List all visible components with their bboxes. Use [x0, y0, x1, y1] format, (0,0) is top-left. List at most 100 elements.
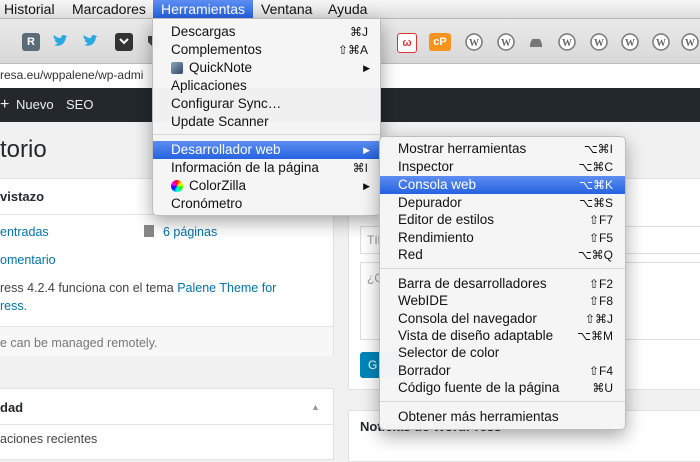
theme-text: ress 4.2.4 funciona con el tema Palene T…: [0, 281, 276, 295]
label: Update Scanner: [171, 114, 269, 129]
shortcut: ⇧F2: [588, 277, 613, 291]
dev-item-selector-color[interactable]: Selector de color: [380, 344, 625, 362]
twitter-icon[interactable]: [52, 33, 70, 51]
menu-item-complementos[interactable]: Complementos ⇧⌘A: [153, 41, 380, 59]
label: Selector de color: [398, 345, 500, 360]
wordpress-icon[interactable]: W: [681, 33, 699, 51]
dev-item-red[interactable]: Red ⌥⌘Q: [380, 246, 625, 264]
menu-item-desarrollador-web[interactable]: Desarrollador web ▶: [153, 141, 380, 159]
menubar: Historial Marcadores Herramientas Ventan…: [0, 0, 700, 19]
dev-item-mostrar-herramientas[interactable]: Mostrar herramientas ⌥⌘I: [380, 140, 625, 158]
label: QuickNote: [189, 60, 253, 75]
label: Red: [398, 247, 423, 262]
label: Configurar Sync…: [171, 96, 282, 111]
svg-text:W: W: [562, 38, 572, 49]
dev-item-inspector[interactable]: Inspector ⌥⌘C: [380, 158, 625, 176]
page-title: torio: [0, 136, 47, 163]
dev-item-codigo-fuente[interactable]: Código fuente de la página ⌘U: [380, 379, 625, 397]
menu-item-descargas[interactable]: Descargas ⌘J: [153, 23, 380, 41]
dev-item-vista-adaptable[interactable]: Vista de diseño adaptable ⌥⌘M: [380, 327, 625, 345]
twitter-icon[interactable]: [82, 33, 100, 51]
seo-menu[interactable]: SEO: [66, 88, 93, 122]
submenu-arrow-icon: ▶: [363, 63, 370, 73]
label: WebIDE: [398, 293, 449, 308]
label: Barra de desarrolladores: [398, 276, 547, 291]
addon-icon[interactable]: ω: [397, 33, 417, 53]
submenu-arrow-icon: ▶: [363, 181, 370, 191]
plus-icon[interactable]: +: [0, 88, 9, 122]
shortcut: ⇧F4: [588, 364, 613, 378]
dev-item-barra-desarrolladores[interactable]: Barra de desarrolladores ⇧F2: [380, 275, 625, 293]
shortcut: ⇧F7: [588, 213, 613, 227]
glance-header: vistazo: [0, 189, 45, 204]
quicknote-icon: [171, 62, 183, 74]
theme-link[interactable]: Palene Theme for: [177, 281, 276, 295]
menu-herramientas[interactable]: Herramientas: [153, 0, 254, 18]
menu-ventana[interactable]: Ventana: [255, 0, 318, 18]
menu-item-configurar-sync[interactable]: Configurar Sync…: [153, 95, 380, 113]
label: Información de la página: [171, 160, 319, 175]
entries-link[interactable]: entradas: [0, 225, 49, 239]
wordpress-icon[interactable]: W: [465, 33, 483, 51]
cp-icon[interactable]: cP: [429, 33, 451, 51]
pages-link[interactable]: 6 páginas: [163, 225, 217, 239]
menu-item-colorzilla[interactable]: ColorZilla ▶: [153, 177, 380, 195]
car-icon[interactable]: [527, 33, 545, 51]
comments-link[interactable]: omentario: [0, 253, 56, 267]
menu-separator: [153, 134, 380, 135]
url-text: resa.eu/wppalene/wp-admi: [0, 68, 144, 82]
dev-item-rendimiento[interactable]: Rendimiento ⇧F5: [380, 229, 625, 247]
theme-text-part: ress 4.2.4 funciona con el tema: [0, 281, 178, 295]
activity-header: dad: [0, 400, 24, 415]
menu-item-cronometro[interactable]: Cronómetro: [153, 195, 380, 213]
label: Borrador: [398, 363, 451, 378]
wordpress-icon[interactable]: W: [652, 33, 670, 51]
shortcut: ⌥⌘Q: [577, 248, 613, 262]
svg-text:W: W: [656, 38, 666, 49]
label: Obtener más herramientas: [398, 409, 559, 424]
svg-text:W: W: [594, 38, 604, 49]
dev-item-depurador[interactable]: Depurador ⌥⌘S: [380, 194, 625, 212]
shortcut: ⌘I: [352, 161, 368, 175]
menu-item-aplicaciones[interactable]: Aplicaciones: [153, 77, 380, 95]
wordpress-icon[interactable]: W: [497, 33, 515, 51]
dev-submenu: Mostrar herramientas ⌥⌘I Inspector ⌥⌘C Con…: [379, 136, 626, 430]
menu-item-update-scanner[interactable]: Update Scanner: [153, 113, 380, 131]
menu-item-info-pagina[interactable]: Información de la página ⌘I: [153, 159, 380, 177]
shortcut: ⌥⌘C: [578, 160, 614, 174]
label: Desarrollador web: [171, 142, 281, 157]
label: ColorZilla: [189, 178, 247, 193]
shortcut: ⌥⌘M: [577, 329, 613, 343]
r-icon[interactable]: R: [22, 33, 40, 51]
new-button[interactable]: Nuevo: [16, 88, 54, 122]
menu-ayuda[interactable]: Ayuda: [322, 0, 373, 18]
shortcut: ⌥⌘S: [579, 196, 613, 210]
wordpress-icon[interactable]: W: [558, 33, 576, 51]
svg-text:W: W: [469, 38, 479, 49]
dev-item-borrador[interactable]: Borrador ⇧F4: [380, 362, 625, 380]
pocket-icon[interactable]: [115, 33, 133, 51]
dev-item-editor-estilos[interactable]: Editor de estilos ⇧F7: [380, 211, 625, 229]
label: Editor de estilos: [398, 212, 495, 227]
menu-marcadores[interactable]: Marcadores: [66, 0, 152, 18]
label: Inspector: [398, 159, 454, 174]
shortcut: ⌥⌘K: [579, 178, 613, 192]
wordpress-icon[interactable]: W: [621, 33, 639, 51]
label: Complementos: [171, 42, 262, 57]
dev-item-consola-navegador[interactable]: Consola del navegador ⇧⌘J: [380, 310, 625, 328]
menu-historial[interactable]: Historial: [0, 0, 61, 18]
recent-heading: aciones recientes: [0, 432, 98, 446]
theme-link-cont[interactable]: ress.: [0, 299, 27, 313]
save-draft-label: G: [368, 358, 378, 372]
svg-text:W: W: [685, 38, 695, 49]
collapse-arrow-icon[interactable]: ▲: [311, 402, 320, 412]
label: Cronómetro: [171, 196, 243, 211]
remote-note: e can be managed remotely.: [0, 336, 158, 350]
shortcut: ⇧⌘J: [584, 312, 613, 326]
dev-item-webide[interactable]: WebIDE ⇧F8: [380, 292, 625, 310]
dev-item-consola-web[interactable]: Consola web ⌥⌘K: [380, 176, 625, 194]
svg-text:W: W: [501, 38, 511, 49]
dev-item-obtener-mas[interactable]: Obtener más herramientas: [380, 408, 625, 426]
wordpress-icon[interactable]: W: [590, 33, 608, 51]
menu-item-quicknote[interactable]: QuickNote ▶: [153, 59, 380, 77]
